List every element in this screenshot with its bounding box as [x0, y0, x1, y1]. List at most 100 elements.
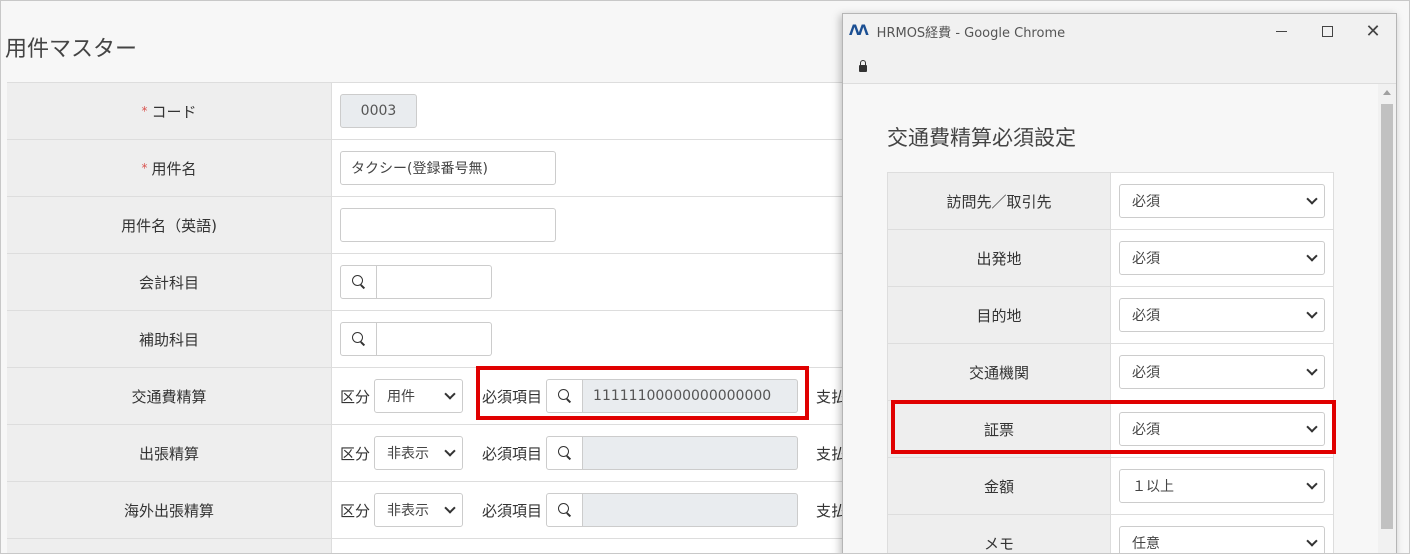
chevron-down-icon	[1306, 364, 1318, 376]
required-mark: *	[141, 104, 148, 118]
search-icon	[557, 503, 572, 517]
setting-select[interactable]: 必須	[1119, 241, 1325, 275]
lock-icon	[859, 59, 867, 72]
form-row-partial	[7, 539, 887, 553]
name-en-label: 用件名（英語)	[7, 197, 332, 253]
form-row-overseas: 海外出張精算 区分 非表示 必須項目 支払	[7, 482, 887, 539]
account-input[interactable]	[377, 265, 492, 299]
trip-label: 出張精算	[7, 425, 332, 481]
setting-select[interactable]: 必須	[1119, 412, 1325, 446]
select-value: 任意	[1132, 536, 1160, 552]
chevron-down-icon	[1306, 250, 1318, 262]
select-value: 必須	[1132, 422, 1160, 438]
setting-select[interactable]: 必須	[1119, 355, 1325, 389]
required-mark: *	[141, 161, 148, 175]
form-row-code: * コード 0003	[7, 83, 887, 140]
overseas-hissu-search	[546, 493, 799, 527]
setting-label: 金額	[888, 458, 1111, 514]
setting-label: 出発地	[888, 230, 1111, 286]
chevron-down-icon	[444, 502, 456, 514]
transport-hissu-search: 11111100000000000000	[546, 379, 799, 413]
minimize-icon	[1275, 30, 1287, 32]
chevron-down-icon	[1306, 535, 1318, 547]
maximize-button[interactable]	[1304, 14, 1350, 48]
maximize-icon	[1321, 25, 1333, 37]
trip-hissu-search	[546, 436, 799, 470]
setting-row: 出発地 必須	[888, 230, 1333, 287]
transport-hissu-search-button[interactable]	[546, 379, 584, 413]
name-input[interactable]: タクシー(登録番号無)	[340, 151, 556, 185]
kubun-label: 区分	[340, 444, 371, 463]
form-row-name: * 用件名 タクシー(登録番号無)	[7, 140, 887, 197]
close-button[interactable]: ✕	[1350, 14, 1396, 48]
chevron-down-icon	[1306, 421, 1318, 433]
setting-label: 訪問先／取引先	[888, 173, 1111, 229]
trip-hissu-field	[583, 436, 799, 470]
overseas-kubun-select[interactable]: 非表示	[374, 493, 464, 527]
search-icon	[351, 275, 366, 289]
scroll-up-icon[interactable]	[1383, 90, 1391, 95]
chevron-down-icon	[444, 388, 456, 400]
setting-row: 金額 １以上	[888, 458, 1333, 515]
setting-select[interactable]: 必須	[1119, 184, 1325, 218]
setting-select[interactable]: 任意	[1119, 526, 1325, 553]
hrmos-logo-icon: ΛΛ	[849, 23, 869, 39]
page-title: 用件マスター	[5, 37, 138, 62]
setting-select[interactable]: 必須	[1119, 298, 1325, 332]
popup-scrollbar[interactable]	[1378, 84, 1396, 553]
name-en-input[interactable]	[340, 208, 556, 242]
select-value: 用件	[387, 389, 416, 405]
setting-row: 交通機関 必須	[888, 344, 1333, 401]
scroll-thumb[interactable]	[1381, 104, 1393, 529]
trip-hissu-search-button[interactable]	[546, 436, 584, 470]
master-form: * コード 0003 * 用件名 タクシー(登録番号無) 用件名（英語) 会計科…	[7, 82, 887, 553]
chevron-down-icon	[1306, 478, 1318, 490]
select-value: １以上	[1132, 479, 1174, 495]
overseas-hissu-search-button[interactable]	[546, 493, 584, 527]
setting-select[interactable]: １以上	[1119, 469, 1325, 503]
window-title: HRMOS経費 - Google Chrome	[876, 25, 1066, 41]
window-titlebar: ΛΛ HRMOS経費 - Google Chrome ✕	[843, 14, 1396, 48]
setting-label: 目的地	[888, 287, 1111, 343]
select-value: 非表示	[387, 503, 430, 519]
setting-row: メモ 任意	[888, 515, 1333, 553]
transport-kubun-select[interactable]: 用件	[374, 379, 464, 413]
name-label-text: 用件名	[151, 159, 197, 178]
name-label: * 用件名	[7, 140, 332, 196]
select-value: 必須	[1132, 194, 1160, 210]
hissu-label: 必須項目	[482, 444, 543, 463]
chevron-down-icon	[1306, 193, 1318, 205]
select-value: 必須	[1132, 308, 1160, 324]
search-icon	[557, 389, 572, 403]
select-value: 必須	[1132, 365, 1160, 381]
code-field: 0003	[340, 94, 417, 128]
chevron-down-icon	[444, 445, 456, 457]
required-settings-table: 訪問先／取引先 必須 出発地 必須 目的地 必須 交通機関 必須 証票 必須 金…	[887, 172, 1334, 553]
hissu-label: 必須項目	[482, 387, 543, 406]
popup-window: ΛΛ HRMOS経費 - Google Chrome ✕ 交通費精算必須設定 訪…	[842, 13, 1397, 553]
transport-hissu-field: 11111100000000000000	[583, 379, 799, 413]
hissu-label: 必須項目	[482, 501, 543, 520]
sub-account-label: 補助科目	[7, 311, 332, 367]
form-row-trip: 出張精算 区分 非表示 必須項目 支払	[7, 425, 887, 482]
setting-row: 証票 必須	[888, 401, 1333, 458]
sub-account-input[interactable]	[377, 322, 492, 356]
account-search-button[interactable]	[340, 265, 377, 299]
select-value: 必須	[1132, 251, 1160, 267]
select-value: 非表示	[387, 446, 430, 462]
close-icon: ✕	[1365, 20, 1381, 42]
form-row-transport: 交通費精算 区分 用件 必須項目 11111100000000000000 支払	[7, 368, 887, 425]
sub-account-search-button[interactable]	[340, 322, 377, 356]
screenshot-frame: 用件マスター * コード 0003 * 用件名 タクシー(登録番号無) 用件名（…	[0, 0, 1410, 554]
form-row-name-en: 用件名（英語)	[7, 197, 887, 254]
setting-row: 訪問先／取引先 必須	[888, 173, 1333, 230]
search-icon	[557, 446, 572, 460]
minimize-button[interactable]	[1258, 14, 1304, 48]
account-label: 会計科目	[7, 254, 332, 310]
trip-kubun-select[interactable]: 非表示	[374, 436, 464, 470]
search-icon	[351, 332, 366, 346]
transport-label: 交通費精算	[7, 368, 332, 424]
setting-label: 交通機関	[888, 344, 1111, 400]
code-label: * コード	[7, 83, 332, 139]
overseas-label: 海外出張精算	[7, 482, 332, 538]
